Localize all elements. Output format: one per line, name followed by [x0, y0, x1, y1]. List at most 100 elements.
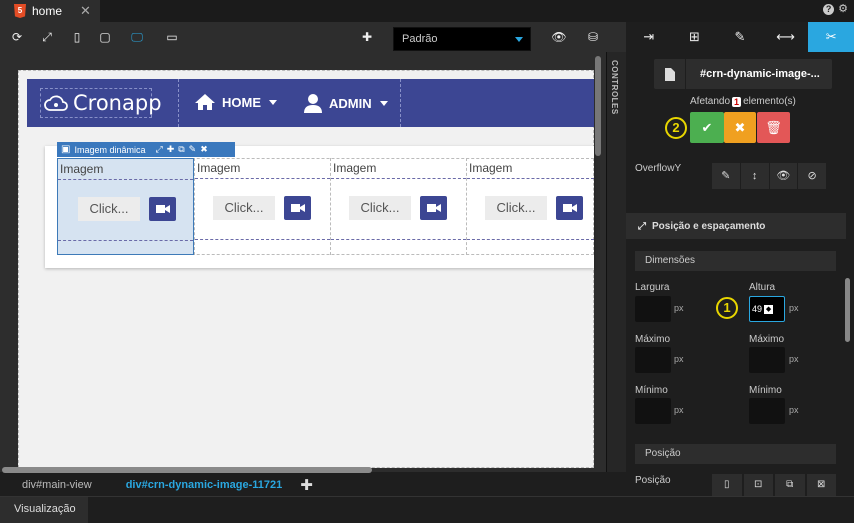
tab-edit-icon[interactable]: ✎ [717, 22, 763, 52]
affecting-prefix: Afetando [690, 96, 731, 107]
tab-resize-icon[interactable]: ⟷ [763, 22, 809, 52]
image-icon: ▣ [61, 144, 71, 155]
profile-select[interactable]: Padrão [393, 27, 531, 51]
min-width-unit: px [674, 405, 684, 415]
resize-icon: ⤢ [638, 220, 646, 232]
nav-item-admin[interactable]: ADMIN [303, 93, 388, 113]
overflow-auto-icon[interactable]: ✎ [712, 163, 741, 189]
add-icon[interactable]: ✚ [167, 144, 175, 155]
preview-tab[interactable]: Visualização [0, 497, 88, 523]
max-width-unit: px [674, 354, 684, 364]
max-height-label: Máximo [749, 334, 785, 345]
controls-side-tab[interactable] [606, 52, 626, 472]
selection-toolbar: ▣ Imagem dinâmica ⤢ ✚ ⧉ ✎ ✖ [57, 142, 235, 157]
logo[interactable]: Cronapp [40, 88, 162, 118]
tab-title: home [32, 4, 63, 18]
nav-home-label: HOME [222, 94, 261, 110]
max-height-input[interactable] [749, 347, 785, 373]
cancel-button[interactable]: ✖ [724, 112, 756, 143]
affecting-text: Afetando 1 elemento(s) [690, 96, 796, 107]
help-icon[interactable]: ? [823, 4, 835, 15]
overflow-hidden-icon[interactable]: ⊘ [798, 163, 827, 189]
width-input[interactable] [635, 296, 671, 322]
dynamic-image-1[interactable]: Imagem Click... [57, 158, 194, 255]
overflow-visible-icon[interactable]: 👁 [769, 163, 799, 189]
position-spacing-section[interactable]: ⤢ Posição e espaçamento [626, 213, 846, 239]
upload-click-button[interactable]: Click... [213, 196, 275, 220]
dynamic-image-2[interactable]: Imagem Click... [194, 158, 330, 255]
height-input[interactable]: 49 ◆ [749, 296, 785, 322]
image-label: Imagem [469, 161, 513, 175]
nav-admin-label: ADMIN [329, 95, 372, 111]
fullscreen-icon[interactable]: ⤢ [38, 28, 56, 46]
element-id-field[interactable]: #crn-dynamic-image-... [654, 59, 832, 89]
delete-button[interactable]: 🗑 [757, 112, 790, 143]
phone-view-icon[interactable]: ▯ [68, 28, 86, 46]
min-height-unit: px [789, 405, 799, 415]
html5-icon: 5 [14, 4, 26, 18]
image-label: Imagem [197, 161, 241, 175]
close-tab-icon[interactable]: ✕ [80, 3, 91, 19]
tablet-view-icon[interactable]: ▢ [96, 28, 114, 46]
position-relative-icon[interactable]: ⊡ [743, 474, 773, 496]
max-height-unit: px [789, 354, 799, 364]
database-icon[interactable]: ⛁ [584, 28, 602, 46]
position-static-icon[interactable]: ▯ [712, 474, 742, 496]
panel-scrollbar[interactable] [845, 278, 850, 342]
camera-button[interactable] [420, 196, 447, 220]
controls-label[interactable]: CONTROLES [610, 60, 619, 115]
preview-eye-icon[interactable]: 👁 [550, 28, 568, 46]
cloud-logo-icon [43, 92, 69, 114]
min-height-input[interactable] [749, 398, 785, 424]
height-value: 49 [752, 304, 763, 314]
copy-icon[interactable]: ⧉ [178, 144, 184, 155]
canvas-horizontal-scrollbar[interactable] [2, 467, 372, 473]
home-icon [195, 94, 215, 110]
spinner-icon[interactable]: ◆ [764, 304, 774, 314]
dynamic-image-4[interactable]: Imagem Click... [466, 158, 594, 255]
add-icon[interactable]: ✚ [300, 476, 313, 494]
edit-icon[interactable]: ✎ [189, 144, 197, 155]
logo-text: Cronapp [73, 91, 162, 115]
tab-style-icon[interactable]: ✂ [808, 22, 854, 52]
position-label: Posição [635, 475, 671, 486]
reload-icon[interactable]: ⟳ [8, 28, 26, 46]
confirm-button[interactable]: ✔ [690, 112, 724, 143]
position-absolute-icon[interactable]: ⧉ [775, 474, 805, 496]
max-width-label: Máximo [635, 334, 671, 345]
profile-select-value: Padrão [402, 33, 438, 45]
tab-home[interactable]: 5 home ✕ [0, 0, 100, 22]
dynamic-image-3[interactable]: Imagem Click... [330, 158, 466, 255]
affecting-suffix: elemento(s) [743, 96, 796, 107]
breadcrumb-item-active[interactable]: div#crn-dynamic-image-11721 [104, 474, 295, 496]
height-label: Altura [749, 282, 776, 293]
expand-icon[interactable]: ⤢ [155, 144, 162, 155]
selection-label: Imagem dinâmica [74, 144, 146, 155]
section-title: Posição e espaçamento [652, 220, 766, 232]
marker-2: 2 [665, 117, 687, 139]
tab-tree-icon[interactable]: ⊞ [672, 22, 718, 52]
add-icon[interactable]: ✚ [358, 28, 376, 46]
remove-icon[interactable]: ✖ [200, 144, 208, 155]
monitor-view-icon[interactable]: ▭ [163, 28, 181, 46]
desktop-view-icon[interactable]: 🖵 [128, 28, 146, 46]
min-width-input[interactable] [635, 398, 671, 424]
camera-button[interactable] [284, 196, 311, 220]
camera-button[interactable] [556, 196, 583, 220]
upload-click-button[interactable]: Click... [78, 197, 140, 221]
design-canvas[interactable] [18, 70, 594, 468]
overflow-scroll-icon[interactable]: ↕ [740, 163, 770, 189]
nav-item-home[interactable]: HOME [194, 93, 277, 111]
overflowy-buttons: ✎ ↕ 👁 ⊘ [712, 163, 827, 189]
breadcrumb-item[interactable]: div#main-view [0, 474, 104, 496]
element-id: #crn-dynamic-image-... [700, 68, 820, 80]
upload-click-button[interactable]: Click... [349, 196, 411, 220]
canvas-vertical-scrollbar[interactable] [595, 56, 601, 156]
max-width-input[interactable] [635, 347, 671, 373]
tab-import-icon[interactable]: ⇥ [626, 22, 672, 52]
gear-icon[interactable]: ⚙ [838, 4, 848, 15]
upload-click-button[interactable]: Click... [485, 196, 547, 220]
footer-bar: Visualização [0, 496, 854, 523]
camera-button[interactable] [149, 197, 176, 221]
position-fixed-icon[interactable]: ⊠ [806, 474, 836, 496]
